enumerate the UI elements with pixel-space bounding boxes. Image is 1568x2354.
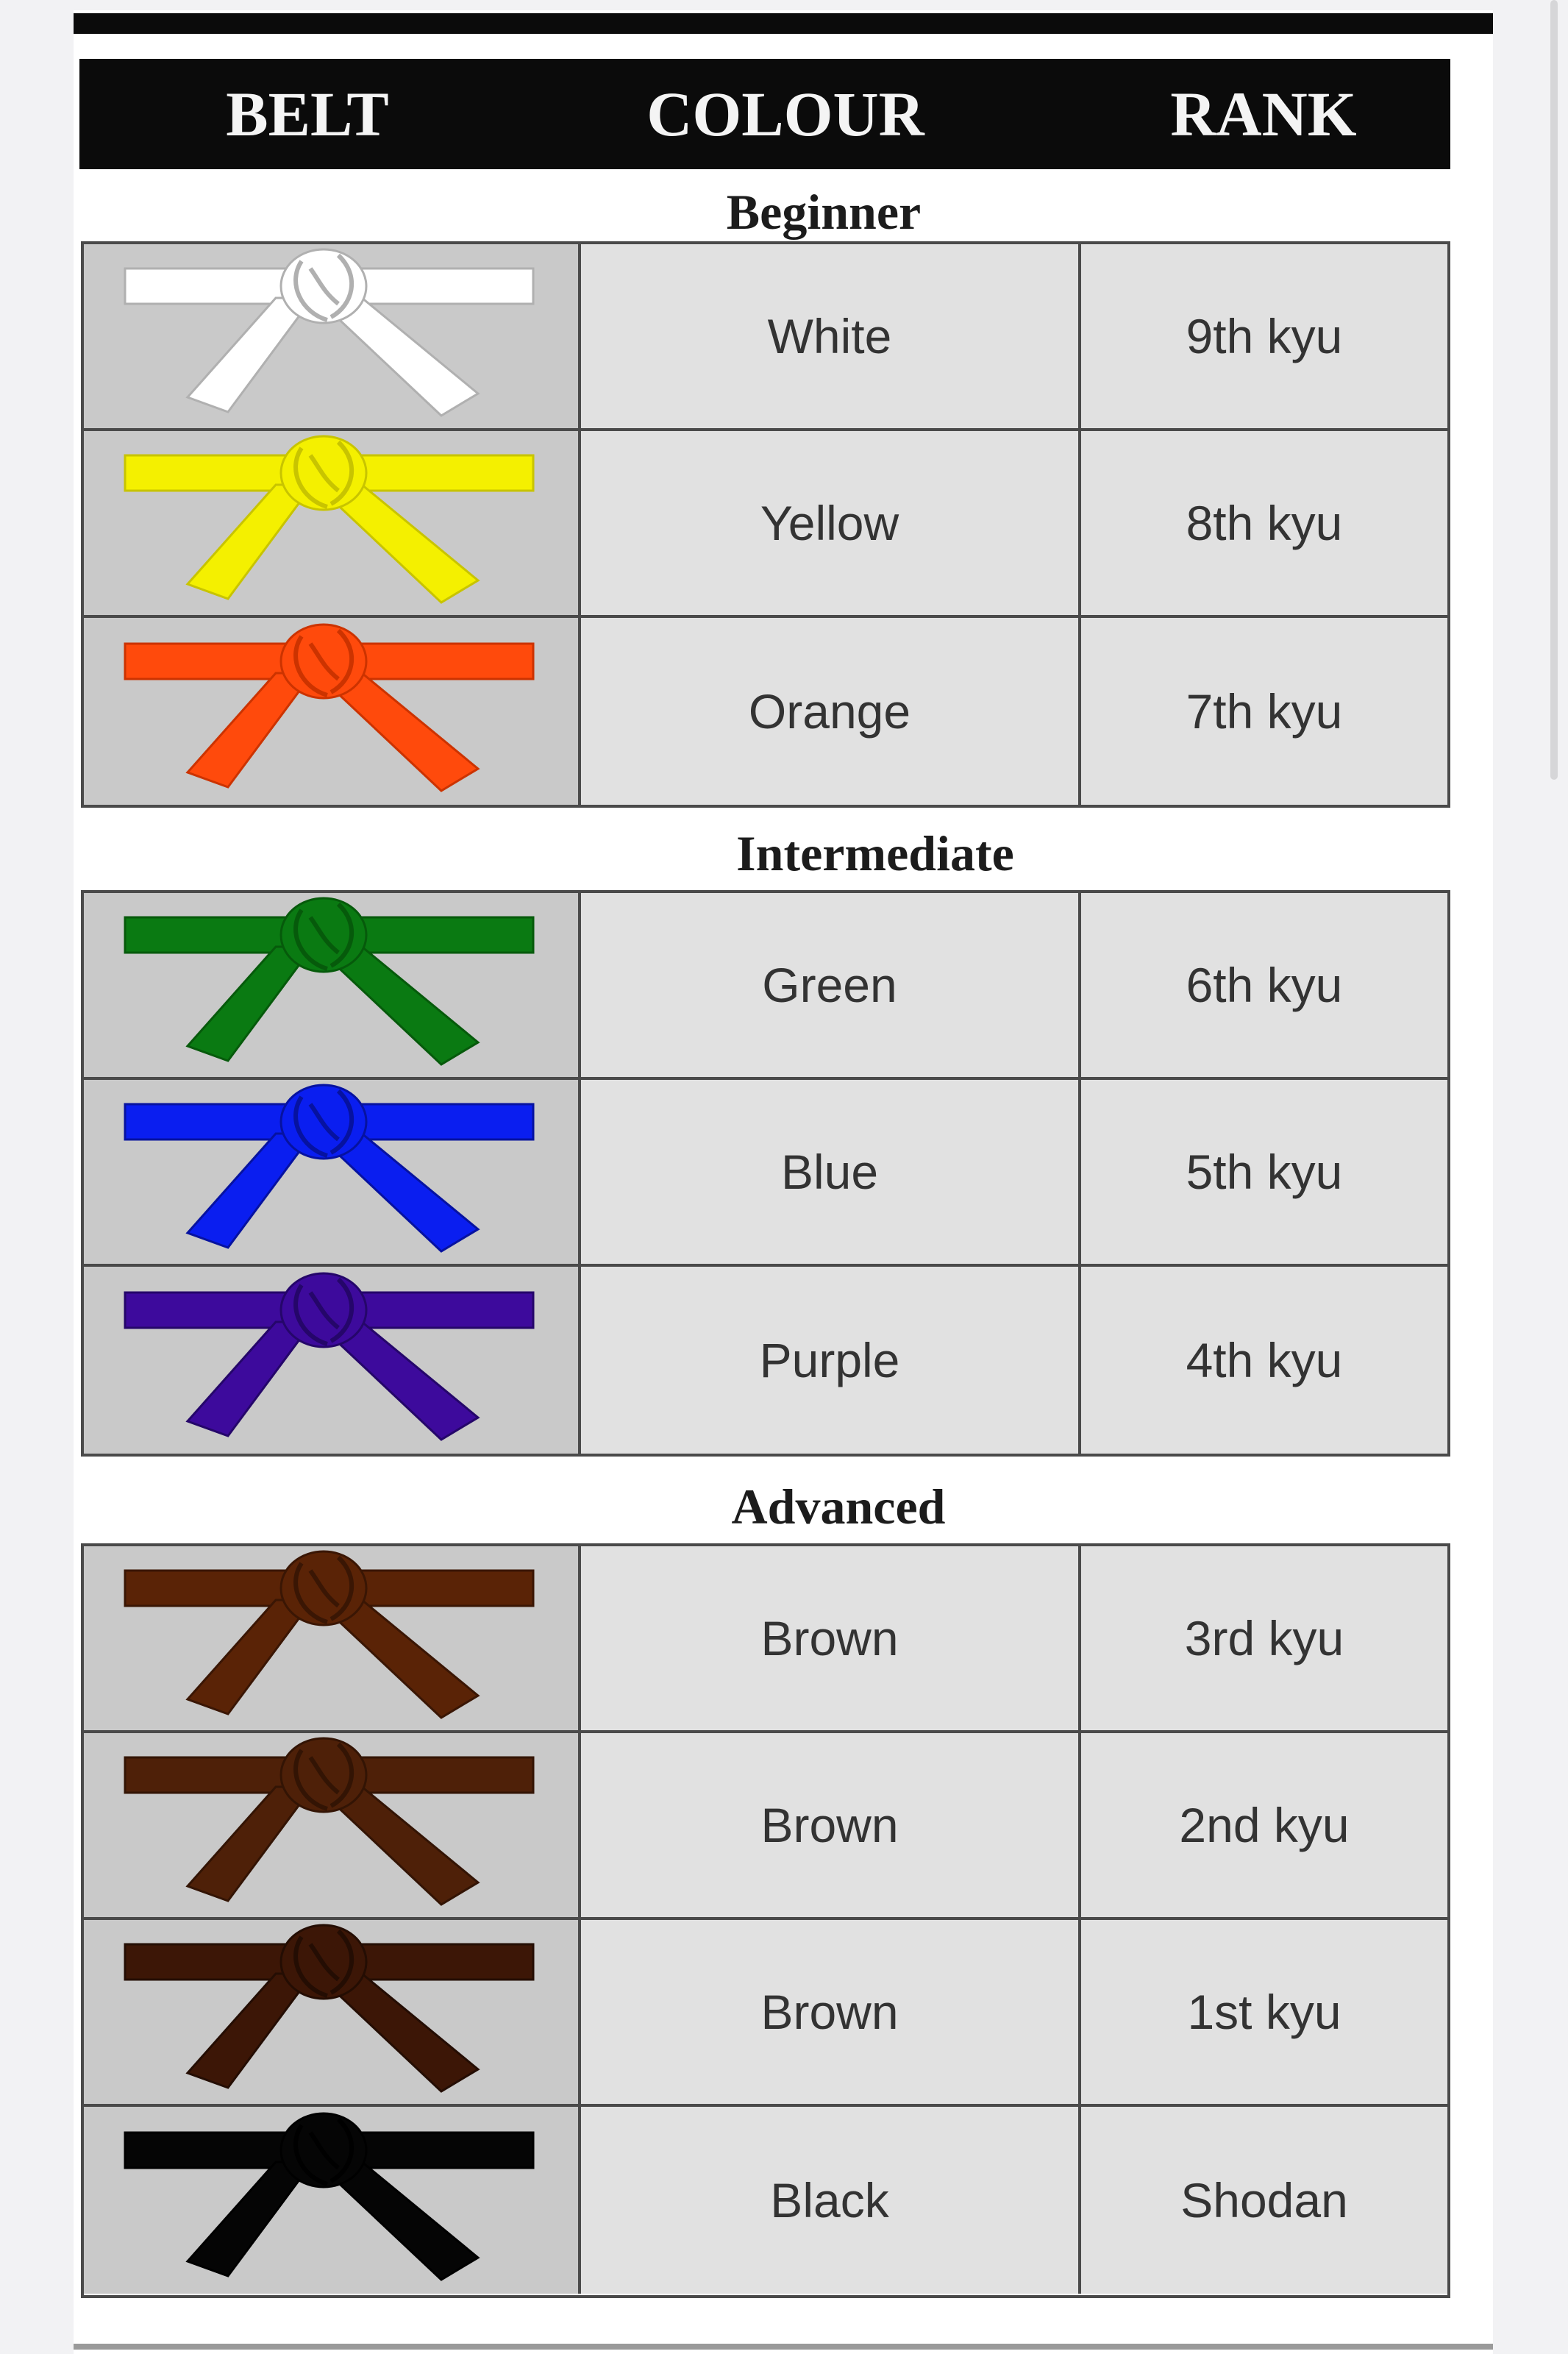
table-row: Blue 5th kyu [84,1080,1447,1267]
belt-cell [84,1920,581,2104]
rank-cell: 4th kyu [1081,1267,1447,1454]
table-row: Green 6th kyu [84,893,1447,1080]
colour-cell: Black [581,2107,1081,2294]
belt-cell [84,618,581,805]
table-row: Purple 4th kyu [84,1267,1447,1454]
table-row: Yellow 8th kyu [84,431,1447,618]
section-title-intermediate: Intermediate [736,825,1014,881]
colour-cell: Brown [581,1920,1081,2104]
colour-cell: Blue [581,1080,1081,1264]
yellow-belt-icon [118,433,544,614]
beginner-group: White 9th kyu Yellow 8th kyu Orange 7th kyu [81,241,1450,808]
blue-belt-icon [118,1082,544,1262]
belt-cell [84,1733,581,1917]
belt-cell [84,1546,581,1730]
brown-belt-icon [118,1548,544,1729]
colour-cell: Brown [581,1546,1081,1730]
colour-cell: Purple [581,1267,1081,1454]
rank-cell: 5th kyu [1081,1080,1447,1264]
rank-cell: 6th kyu [1081,893,1447,1077]
top-divider [74,13,1493,34]
table-header: BELT COLOUR RANK [79,59,1450,169]
belt-cell [84,1267,581,1454]
colour-cell: Green [581,893,1081,1077]
rank-cell: 2nd kyu [1081,1733,1447,1917]
brown-belt-icon [118,1735,544,1916]
table-row: Black Shodan [84,2107,1447,2294]
section-title-beginner: Beginner [726,184,922,240]
table-row: Brown 3rd kyu [84,1546,1447,1733]
belt-cell [84,893,581,1077]
belt-cell [84,1080,581,1264]
colour-cell: White [581,244,1081,428]
colour-cell: Brown [581,1733,1081,1917]
header-belt: BELT [226,79,389,149]
black-belt-icon [118,2111,544,2291]
bottom-divider [74,2344,1493,2350]
belt-cell [84,244,581,428]
colour-cell: Yellow [581,431,1081,615]
advanced-group: Brown 3rd kyu Brown 2nd kyu Brown 1st kyu Blac… [81,1543,1450,2298]
table-row: Brown 1st kyu [84,1920,1447,2107]
rank-cell: 7th kyu [1081,618,1447,805]
header-colour: COLOUR [646,79,924,149]
orange-belt-icon [118,622,544,802]
table-row: Brown 2nd kyu [84,1733,1447,1920]
colour-cell: Orange [581,618,1081,805]
rank-cell: Shodan [1081,2107,1447,2294]
table-row: White 9th kyu [84,244,1447,431]
green-belt-icon [118,895,544,1075]
table-row: Orange 7th kyu [84,618,1447,805]
header-rank: RANK [1170,79,1357,149]
white-belt-icon [118,246,544,427]
purple-belt-icon [118,1270,544,1451]
belt-cell [84,2107,581,2294]
brown-belt-icon [118,1922,544,2102]
belt-cell [84,431,581,615]
rank-cell: 9th kyu [1081,244,1447,428]
section-title-advanced: Advanced [731,1479,946,1535]
rank-cell: 8th kyu [1081,431,1447,615]
belt-rank-chart: BELT COLOUR RANK Beginner White 9th kyu Ye… [74,10,1493,2354]
scrollbar[interactable] [1550,0,1558,780]
rank-cell: 1st kyu [1081,1920,1447,2104]
intermediate-group: Green 6th kyu Blue 5th kyu Purple 4th kyu [81,890,1450,1457]
rank-cell: 3rd kyu [1081,1546,1447,1730]
